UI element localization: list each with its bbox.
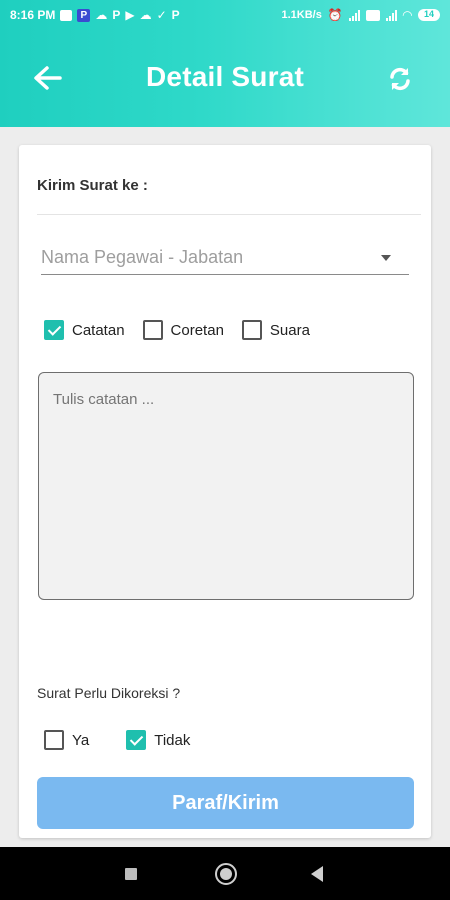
note-type-options: Catatan Coretan Suara [44, 320, 310, 340]
alarm-off-icon: ⏰ [327, 8, 343, 22]
checkbox-tidak[interactable]: Tidak [126, 730, 190, 750]
chevron-down-icon [381, 255, 391, 261]
signal-icon-2 [385, 9, 397, 21]
signal-icon [348, 9, 360, 21]
refresh-icon [390, 67, 410, 91]
checkbox-ya[interactable]: Ya [44, 730, 89, 750]
p-app-icon-2: P [171, 8, 180, 22]
checkbox-label: Suara [269, 321, 310, 339]
divider [37, 214, 421, 215]
checkbox-label: Coretan [170, 321, 224, 339]
checkbox-label: Catatan [72, 321, 125, 339]
cloud-icon: ☁ [95, 8, 108, 22]
volte-icon [365, 9, 380, 21]
play-store-icon: ▶ [125, 8, 135, 22]
checkbox-label: Tidak [154, 731, 191, 749]
send-to-label: Kirim Surat ke : [37, 177, 148, 194]
parking-app-icon: P [77, 8, 91, 22]
status-time: 8:16 PM [10, 8, 56, 22]
submit-button[interactable]: Paraf/Kirim [37, 777, 414, 829]
checkbox-unchecked-icon [241, 320, 262, 340]
battery-indicator: 14 [418, 9, 440, 21]
checkbox-checked-icon [126, 730, 147, 750]
checkbox-suara[interactable]: Suara [241, 320, 310, 340]
checkbox-unchecked-icon [44, 730, 64, 750]
page-title: Detail Surat [146, 61, 304, 92]
app-bar: Detail Surat [0, 30, 450, 127]
note-input[interactable] [38, 372, 414, 600]
recipient-dropdown-placeholder: Nama Pegawai - Jabatan [41, 247, 244, 267]
checkbox-checked-icon [44, 320, 64, 340]
wifi-icon: ◠ [402, 8, 412, 22]
youtube-icon [60, 9, 73, 21]
correction-label: Surat Perlu Dikoreksi ? [37, 685, 181, 701]
checkbox-coretan[interactable]: Coretan [142, 320, 224, 340]
recent-apps-icon[interactable] [125, 868, 137, 880]
p-app-icon: P [112, 8, 121, 22]
form-card: Kirim Surat ke : Nama Pegawai - Jabatan … [19, 145, 431, 838]
back-triangle-icon[interactable] [311, 866, 323, 882]
network-speed: 1.1KB/s [281, 9, 322, 21]
home-icon[interactable] [215, 863, 237, 885]
status-bar: 8:16 PM P ☁ P ▶ ☁ ✓ P 1.1KB/s ⏰ ◠ 14 [0, 0, 450, 30]
checkbox-catatan[interactable]: Catatan [44, 320, 125, 340]
download-done-icon: ✓ [156, 8, 167, 22]
checkbox-label: Ya [72, 731, 90, 749]
refresh-button[interactable] [385, 64, 415, 94]
system-nav-bar [0, 847, 450, 900]
cloud-upload-icon: ☁ [139, 8, 152, 22]
correction-options: Ya Tidak [44, 730, 190, 750]
recipient-dropdown[interactable]: Nama Pegawai - Jabatan [41, 243, 409, 275]
checkbox-unchecked-icon [142, 320, 163, 340]
top-header: 8:16 PM P ☁ P ▶ ☁ ✓ P 1.1KB/s ⏰ ◠ 14 Det… [0, 0, 450, 127]
